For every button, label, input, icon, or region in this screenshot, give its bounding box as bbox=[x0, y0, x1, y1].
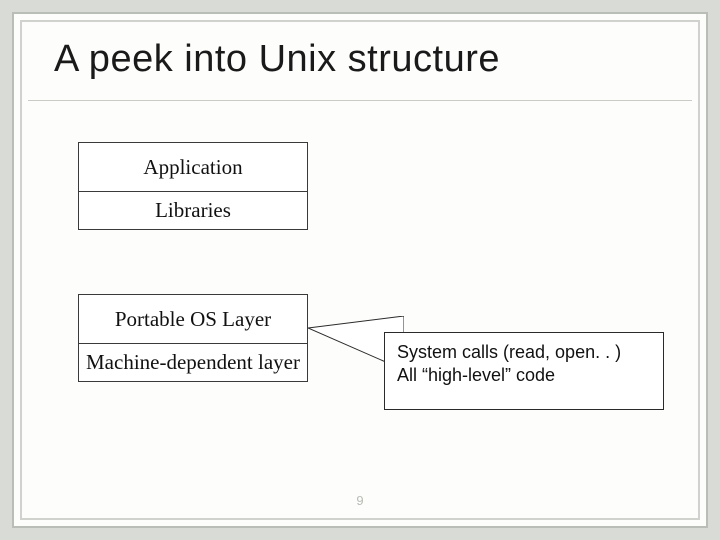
callout-line-2: All “high-level” code bbox=[397, 364, 651, 387]
layer-stack: Application Libraries Portable OS Layer … bbox=[78, 142, 308, 382]
layer-portable-os: Portable OS Layer bbox=[78, 294, 308, 344]
layer-machine-dependent: Machine-dependent layer bbox=[78, 344, 308, 382]
layer-gap bbox=[78, 230, 308, 294]
slide-title: A peek into Unix structure bbox=[54, 38, 500, 81]
title-divider bbox=[28, 100, 692, 101]
layer-application: Application bbox=[78, 142, 308, 192]
slide-frame: A peek into Unix structure Application L… bbox=[12, 12, 708, 528]
layer-libraries: Libraries bbox=[78, 192, 308, 230]
callout-line-1: System calls (read, open. . ) bbox=[397, 341, 651, 364]
callout-box: System calls (read, open. . ) All “high-… bbox=[384, 332, 664, 410]
page-number: 9 bbox=[14, 493, 706, 508]
